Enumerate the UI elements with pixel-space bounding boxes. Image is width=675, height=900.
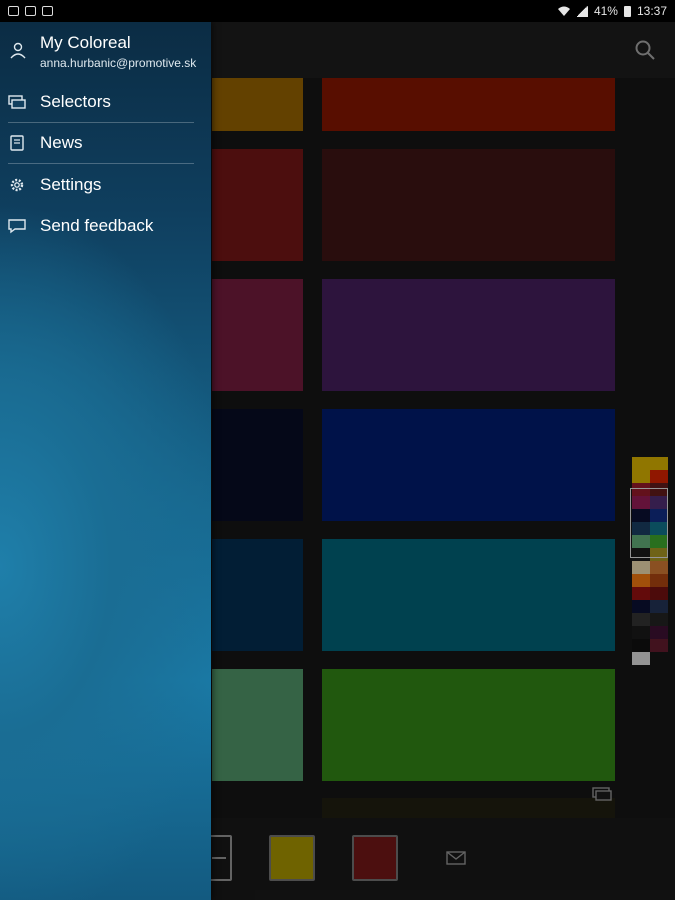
wifi-icon	[557, 6, 570, 16]
selector-card-icon[interactable]	[592, 787, 612, 801]
color-swatch[interactable]	[212, 409, 303, 521]
color-swatch[interactable]	[212, 279, 303, 391]
selector-card-icon	[8, 95, 26, 109]
palette-color[interactable]	[650, 600, 668, 613]
selected-color-swatch[interactable]	[352, 835, 398, 881]
palette-color[interactable]	[650, 561, 668, 574]
gallery-notification-icon	[8, 6, 19, 16]
book-icon	[10, 135, 24, 151]
palette-color[interactable]	[632, 587, 650, 600]
selected-color-swatch[interactable]	[269, 835, 315, 881]
palette-row[interactable]	[632, 639, 668, 652]
color-swatch[interactable]	[322, 279, 615, 391]
menu-item-send-feedback[interactable]: Send feedback	[0, 206, 211, 246]
palette-color[interactable]	[650, 639, 668, 652]
clock: 13:37	[636, 4, 667, 18]
palette-color[interactable]	[632, 470, 650, 483]
account-header[interactable]: My Coloreal anna.hurbanic@promotive.sk	[0, 22, 211, 80]
menu-item-label: Send feedback	[40, 216, 154, 235]
palette-row[interactable]	[632, 613, 668, 626]
palette-color[interactable]	[632, 652, 650, 665]
user-icon	[10, 42, 26, 59]
office-notification-icon	[42, 6, 53, 16]
search-icon[interactable]	[633, 38, 657, 62]
gear-icon	[10, 178, 24, 192]
color-swatch[interactable]	[212, 539, 303, 651]
palette-color[interactable]	[650, 587, 668, 600]
palette-row[interactable]	[632, 561, 668, 574]
battery-icon	[623, 5, 631, 17]
mail-notification-icon	[25, 6, 36, 16]
palette-color[interactable]	[632, 613, 650, 626]
palette-color[interactable]	[632, 639, 650, 652]
divider	[8, 163, 194, 164]
menu-item-news[interactable]: News	[0, 123, 211, 163]
menu-item-selectors[interactable]: Selectors	[0, 82, 211, 122]
palette-color[interactable]	[632, 457, 650, 470]
account-title: My Coloreal	[40, 33, 131, 52]
color-swatch[interactable]	[322, 149, 615, 261]
palette-selection-frame	[630, 488, 668, 558]
palette-row[interactable]	[632, 626, 668, 639]
color-swatch[interactable]	[212, 669, 303, 781]
battery-percent: 41%	[593, 4, 618, 18]
palette-row[interactable]	[632, 600, 668, 613]
palette-color[interactable]	[632, 561, 650, 574]
palette-color[interactable]	[650, 457, 668, 470]
color-swatch[interactable]	[212, 78, 303, 131]
partial-color-swatch	[322, 798, 615, 818]
palette-row[interactable]	[632, 587, 668, 600]
menu-item-settings[interactable]: Settings	[0, 165, 211, 205]
status-bar: 41% 13:37	[0, 0, 675, 22]
palette-color[interactable]	[650, 613, 668, 626]
color-swatch[interactable]	[322, 78, 615, 131]
color-swatch[interactable]	[322, 669, 615, 781]
palette-row[interactable]	[632, 574, 668, 587]
color-swatch[interactable]	[322, 539, 615, 651]
color-swatch[interactable]	[322, 409, 615, 521]
palette-color[interactable]	[650, 626, 668, 639]
palette-color[interactable]	[632, 626, 650, 639]
palette-color[interactable]	[632, 574, 650, 587]
chat-bubble-icon	[8, 219, 26, 234]
palette-color[interactable]	[650, 470, 668, 483]
palette-color[interactable]	[650, 574, 668, 587]
menu-item-label: Settings	[40, 175, 102, 194]
menu-item-label: Selectors	[40, 92, 111, 111]
color-swatch[interactable]	[212, 149, 303, 261]
navigation-drawer: My Coloreal anna.hurbanic@promotive.sk S…	[0, 22, 211, 900]
palette-color[interactable]	[650, 652, 668, 665]
signal-icon	[575, 5, 588, 17]
menu-item-label: News	[40, 133, 83, 152]
email-icon[interactable]	[446, 851, 466, 865]
notification-icons	[8, 6, 53, 16]
palette-row[interactable]	[632, 652, 668, 665]
palette-row[interactable]	[632, 457, 668, 470]
palette-row[interactable]	[632, 470, 668, 483]
account-email: anna.hurbanic@promotive.sk	[40, 56, 197, 70]
palette-color[interactable]	[632, 600, 650, 613]
